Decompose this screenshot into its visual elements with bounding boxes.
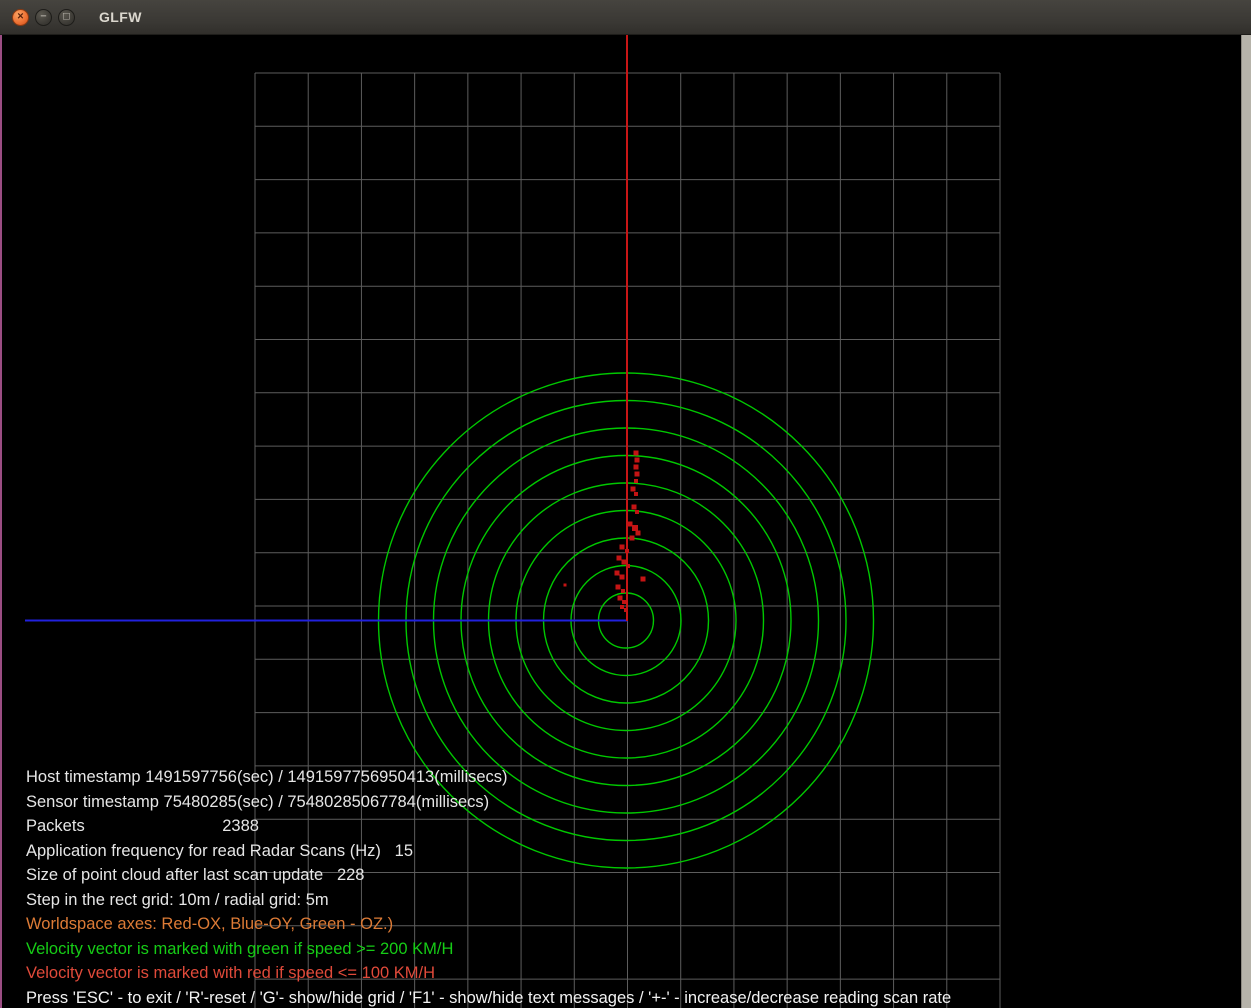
hud-line-5: Step in the rect grid: 10m / radial grid… xyxy=(26,888,951,913)
hud-line-8: Velocity vector is marked with red if sp… xyxy=(26,961,951,986)
close-icon: × xyxy=(17,11,23,22)
minimize-button[interactable]: − xyxy=(35,9,52,26)
glfw-window: Host timestamp 1491597756(sec) / 1491597… xyxy=(0,0,1251,1008)
minimize-icon: − xyxy=(40,11,46,22)
hud-text-block: Host timestamp 1491597756(sec) / 1491597… xyxy=(26,765,951,1008)
maximize-icon: □ xyxy=(63,11,70,22)
hud-line-2: Packets 2388 xyxy=(26,814,951,839)
hud-line-0: Host timestamp 1491597756(sec) / 1491597… xyxy=(26,765,951,790)
hud-line-6: Worldspace axes: Red-OX, Blue-OY, Green … xyxy=(26,912,951,937)
hud-line-9: Press 'ESC' - to exit / 'R'-reset / 'G'-… xyxy=(26,986,951,1008)
maximize-button[interactable]: □ xyxy=(58,9,75,26)
point-cloud xyxy=(564,451,646,613)
hud-line-1: Sensor timestamp 75480285(sec) / 7548028… xyxy=(26,790,951,815)
hud-line-7: Velocity vector is marked with green if … xyxy=(26,937,951,962)
hud-line-3: Application frequency for read Radar Sca… xyxy=(26,839,951,864)
window-right-edge[interactable] xyxy=(1241,35,1251,1008)
close-button[interactable]: × xyxy=(12,9,29,26)
titlebar: × − □ GLFW xyxy=(0,0,1251,35)
hud-line-4: Size of point cloud after last scan upda… xyxy=(26,863,951,888)
window-left-border xyxy=(0,35,2,1008)
window-title: GLFW xyxy=(99,9,142,25)
